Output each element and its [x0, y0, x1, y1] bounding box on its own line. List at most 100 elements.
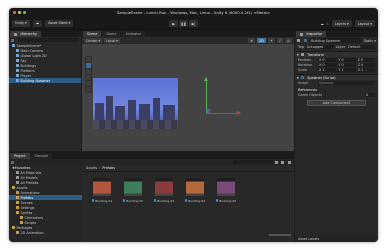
z-field[interactable]: Z 0: [356, 57, 375, 62]
gameobject-icon: [16, 69, 19, 72]
y-field[interactable]: Y 0: [337, 57, 356, 62]
hand-icon[interactable]: [86, 57, 91, 62]
search-icon[interactable]: ⌕: [327, 22, 329, 26]
asset-item[interactable]: Building 03: [153, 178, 175, 206]
step-icon[interactable]: ▶|: [189, 20, 198, 27]
tab-animator[interactable]: Animator: [121, 31, 146, 37]
rect-icon[interactable]: [86, 81, 91, 86]
scene-toolbar: Center ▾ Local ▾ # 2D ☀ ♪ ◎: [82, 37, 294, 44]
minimize-icon[interactable]: [18, 11, 21, 14]
x-field[interactable]: X 0: [318, 62, 337, 67]
gameobject-icon: [16, 59, 19, 62]
object-name-field[interactable]: Building Spawner: [310, 38, 362, 43]
favorite-label: All Prefabs: [20, 180, 39, 185]
2d-toggle[interactable]: 2D: [257, 38, 266, 43]
pause-icon[interactable]: ❚❚: [179, 20, 188, 27]
tab-game[interactable]: Game: [102, 31, 121, 37]
add-icon[interactable]: [11, 38, 14, 42]
favorites-list: All Materials All Models All Prefabs: [9, 170, 82, 185]
active-checkbox[interactable]: [303, 39, 307, 42]
project-panel: Project Console ★ Favorites All Materials…: [9, 152, 294, 242]
arrow-up-icon[interactable]: [204, 77, 208, 81]
hierarchy-item[interactable]: Building Spawner: [9, 78, 81, 83]
tab-project[interactable]: Project: [10, 153, 30, 159]
tag-dropdown[interactable]: Untagged: [305, 44, 334, 49]
asset-item[interactable]: Building 04: [184, 178, 206, 206]
gizmos-icon[interactable]: ◎: [285, 38, 292, 43]
search-icon: [16, 171, 19, 174]
asset-item[interactable]: Building 02: [122, 178, 144, 206]
label-icon[interactable]: [281, 160, 284, 164]
search-input[interactable]: [232, 160, 273, 164]
tab-console[interactable]: Console: [30, 153, 53, 159]
transform-row-label: Scale: [298, 67, 308, 72]
project-tabs: Project Console: [9, 152, 294, 159]
space-dropdown[interactable]: Local ▾: [104, 38, 120, 43]
prefab-thumbnail: [155, 178, 173, 196]
audio-icon[interactable]: ♪: [276, 38, 284, 43]
x-field[interactable]: X 1: [318, 67, 337, 72]
info-icon: [300, 32, 303, 36]
asset-item[interactable]: Building 05: [215, 178, 237, 206]
play-icon[interactable]: ▶: [169, 20, 178, 27]
folder-item[interactable]: 2D Animation: [9, 230, 82, 235]
asset-store-dropdown[interactable]: Asset Store ▾: [45, 19, 74, 27]
zoom-slider[interactable]: [269, 234, 291, 236]
gameobject-icon: [16, 64, 19, 67]
hierarchy-item-label: Buildings: [20, 63, 37, 68]
prefab-thumbnail: [217, 178, 235, 196]
asset-label: Building 05: [219, 198, 237, 203]
prefab-thumbnail: [93, 178, 111, 196]
account-dropdown[interactable]: Unity ▾: [12, 19, 30, 27]
move-icon[interactable]: [86, 63, 91, 68]
transform-row: Rotation X 0Y 0Z 0: [295, 62, 378, 67]
search-input[interactable]: [17, 38, 79, 42]
tab-scene[interactable]: Scene: [83, 31, 102, 37]
rotate-icon[interactable]: [86, 69, 91, 74]
y-field[interactable]: Y 1: [337, 67, 356, 72]
building-sprite: [128, 100, 136, 120]
breadcrumb-prefabs[interactable]: Prefabs: [102, 166, 115, 170]
layout-dropdown[interactable]: Layout ▾: [354, 20, 375, 27]
enabled-checkbox[interactable]: [300, 76, 304, 79]
grid-icon[interactable]: #: [248, 38, 256, 43]
add-component-button[interactable]: Add Component: [307, 100, 366, 106]
transform-icon[interactable]: [86, 87, 91, 92]
x-field[interactable]: X 0: [318, 57, 337, 62]
game-objects-label[interactable]: Game Objects: [298, 93, 328, 97]
breadcrumb-assets[interactable]: Assets: [86, 166, 97, 170]
arrow-right-icon[interactable]: [237, 111, 241, 115]
scale-icon[interactable]: [86, 75, 91, 80]
script-field[interactable]: Spawner: [318, 80, 375, 85]
filter-icon[interactable]: [274, 160, 278, 164]
asset-item[interactable]: Building 01: [91, 178, 113, 206]
cloud-icon[interactable]: ☁: [32, 19, 43, 27]
favorite-label: All Models: [20, 175, 38, 180]
light-icon[interactable]: ☀: [267, 38, 275, 43]
move-gizmo-plane[interactable]: [206, 109, 210, 113]
folder-label: Animations: [20, 190, 40, 195]
move-gizmo-x[interactable]: [206, 113, 238, 114]
layer-dropdown[interactable]: Default: [347, 44, 375, 49]
game-objects-count[interactable]: 0: [365, 92, 375, 97]
z-field[interactable]: Z 0: [356, 62, 375, 67]
zoom-icon[interactable]: [23, 11, 26, 14]
static-toggle[interactable]: Static ▾: [364, 39, 376, 43]
move-gizmo-y[interactable]: [206, 79, 207, 113]
layers-dropdown[interactable]: Layers ▾: [331, 20, 352, 27]
add-icon[interactable]: [11, 160, 14, 164]
z-field[interactable]: Z 1: [356, 67, 375, 72]
transform-icon: [300, 53, 304, 56]
scene-viewport[interactable]: [82, 44, 294, 151]
prefab-icon: [153, 199, 157, 202]
pivot-dropdown[interactable]: Center ▾: [84, 38, 103, 43]
tab-hierarchy[interactable]: Hierarchy: [10, 31, 41, 37]
close-icon[interactable]: [13, 11, 16, 14]
tab-inspector[interactable]: Inspector: [296, 31, 327, 37]
folder-icon: [16, 231, 19, 234]
star-icon[interactable]: [287, 160, 291, 164]
cloud-icon[interactable]: ☁: [320, 22, 323, 26]
prefab-thumbnail: [186, 178, 204, 196]
y-field[interactable]: Y 0: [337, 62, 356, 67]
transform-tools: [85, 56, 92, 93]
